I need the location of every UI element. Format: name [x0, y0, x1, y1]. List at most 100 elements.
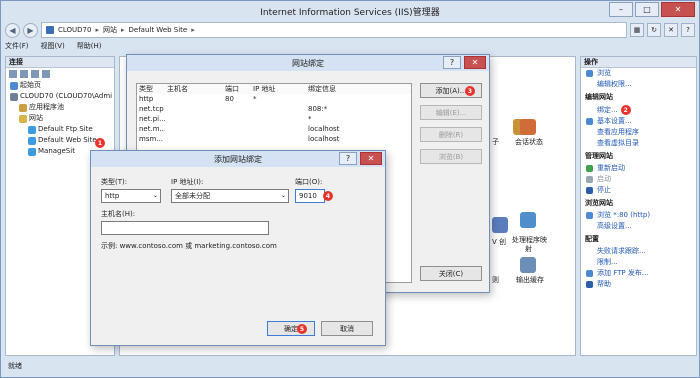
browse-binding-button[interactable]: 浏览(B)	[420, 149, 482, 164]
type-select[interactable]: http ⌄	[101, 189, 161, 203]
dialog-close-button[interactable]: ✕	[360, 152, 382, 165]
action-link[interactable]: 查看应用程序	[581, 127, 696, 138]
action-text: 帮助	[597, 280, 611, 288]
feature-label: V 创	[492, 238, 507, 246]
menu-file[interactable]: 文件(F)	[5, 41, 29, 53]
tree-node-icon	[28, 125, 36, 134]
type-value: http	[105, 192, 120, 200]
binding-row[interactable]: net.tcp 808:*	[137, 104, 411, 114]
ip-address-select[interactable]: 全部未分配 ⌄	[171, 189, 289, 203]
disconnect-icon[interactable]	[42, 70, 50, 78]
column-header[interactable]: 端口	[223, 84, 251, 94]
action-link[interactable]: 编辑权限...	[581, 79, 696, 90]
step-marker: 5	[297, 324, 307, 334]
maximize-button[interactable]: □	[635, 2, 659, 17]
tree-node-icon	[28, 136, 36, 145]
action-text: 管理网站	[585, 152, 613, 160]
breadcrumb-item[interactable]: Default Web Site	[129, 26, 188, 34]
cancel-button[interactable]: 取消	[321, 321, 373, 336]
menu-view[interactable]: 视图(V)	[41, 41, 65, 53]
help-icon[interactable]: ?	[681, 23, 695, 37]
column-header[interactable]: 绑定信息	[306, 84, 411, 94]
dialog-close-button[interactable]: ✕	[464, 56, 486, 69]
actions-header: 操作	[581, 57, 696, 68]
grid-icon[interactable]: ▦	[630, 23, 644, 37]
binding-row[interactable]: net.pi... *	[137, 114, 411, 124]
breadcrumb-separator: ▸	[95, 26, 99, 34]
stop-icon[interactable]: ✕	[664, 23, 678, 37]
binding-cell	[251, 124, 306, 134]
handler-mappings-icon[interactable]	[520, 212, 536, 228]
action-link[interactable]: 浏览	[581, 68, 696, 79]
tree-item[interactable]: 网站	[10, 113, 114, 124]
back-icon[interactable]: ◀	[5, 22, 20, 38]
column-header[interactable]: 类型	[137, 84, 165, 94]
menu-help[interactable]: 帮助(H)	[77, 41, 102, 53]
feature-icon[interactable]	[492, 217, 508, 233]
ok-button[interactable]: 确定	[267, 321, 315, 336]
binding-cell	[165, 94, 223, 104]
breadcrumb-item[interactable]: CLOUD70	[58, 26, 91, 34]
connections-header: 连接	[6, 57, 114, 68]
output-cache-icon[interactable]	[520, 257, 536, 273]
refresh-icon[interactable]: ↻	[647, 23, 661, 37]
close-dialog-button[interactable]: 关闭(C)	[420, 266, 482, 281]
action-text: 绑定...	[597, 106, 618, 114]
action-link[interactable]: 绑定... 2	[581, 104, 696, 116]
breadcrumb-item[interactable]: 网站	[103, 25, 117, 35]
window-title: Internet Information Services (IIS)管理器	[260, 7, 440, 18]
action-link[interactable]: 重新启动	[581, 163, 696, 174]
action-link[interactable]: 浏览 *:80 (http)	[581, 210, 696, 221]
action-text: 浏览	[597, 69, 611, 77]
action-link[interactable]: 失败请求跟踪...	[581, 246, 696, 257]
ip-address-label: IP 地址(I):	[171, 178, 204, 186]
dialog-help-button[interactable]: ?	[339, 152, 357, 165]
binding-cell: *	[308, 115, 312, 123]
binding-cell	[165, 134, 223, 144]
tree-item[interactable]: 应用程序池	[10, 102, 114, 113]
action-link[interactable]: 查看虚拟目录	[581, 138, 696, 149]
binding-row[interactable]: net.m... localhost	[137, 124, 411, 134]
action-link[interactable]: 启动	[581, 174, 696, 185]
binding-cell	[251, 104, 306, 114]
binding-cell	[306, 94, 411, 104]
host-name-label: 主机名(H):	[101, 210, 136, 218]
tree-item[interactable]: CLOUD70 (CLOUD70\Admi	[10, 91, 114, 102]
folder-icon[interactable]	[31, 70, 39, 78]
tree-item[interactable]: Default Ftp Site	[10, 124, 114, 135]
binding-row[interactable]: msm... localhost	[137, 134, 411, 144]
action-link[interactable]: 停止	[581, 185, 696, 196]
feature-label: 射	[525, 245, 532, 253]
connect-icon[interactable]	[9, 70, 17, 78]
tree-item-label: 应用程序池	[29, 103, 64, 111]
host-name-input[interactable]	[101, 221, 269, 235]
column-header[interactable]: 主机名	[165, 84, 223, 94]
binding-row[interactable]: http 80 *	[137, 94, 411, 104]
action-link[interactable]: 限制...	[581, 257, 696, 268]
tree-item[interactable]: 起始页	[10, 80, 114, 91]
session-state-icon[interactable]	[520, 119, 536, 135]
binding-cell: net.tcp	[139, 105, 164, 113]
save-icon[interactable]	[20, 70, 28, 78]
action-link[interactable]: 帮助	[581, 279, 696, 290]
remove-binding-button[interactable]: 删除(R)	[420, 127, 482, 142]
breadcrumb[interactable]: CLOUD70 ▸ 网站 ▸ Default Web Site ▸	[41, 22, 627, 38]
action-link[interactable]: 添加 FTP 发布...	[581, 268, 696, 279]
edit-binding-button[interactable]: 编辑(E)...	[420, 105, 482, 120]
binding-cell	[223, 114, 251, 124]
action-link[interactable]: 高级设置...	[581, 221, 696, 232]
dialog-help-button[interactable]: ?	[443, 56, 461, 69]
binding-cell	[251, 134, 306, 144]
action-link[interactable]: 基本设置...	[581, 116, 696, 127]
column-header[interactable]: IP 地址	[251, 84, 306, 94]
tree-item-label: 网站	[29, 114, 43, 122]
action-text: 重新启动	[597, 164, 625, 172]
forward-icon[interactable]: ▶	[23, 22, 38, 38]
feature-label: 则	[492, 276, 499, 284]
binding-cell	[251, 114, 306, 124]
feature-label: 子	[492, 138, 499, 146]
minimize-button[interactable]: –	[609, 2, 633, 17]
tree-item-label: 起始页	[20, 81, 41, 89]
close-button[interactable]: ✕	[661, 2, 695, 17]
port-input[interactable]: 9010	[295, 189, 325, 203]
